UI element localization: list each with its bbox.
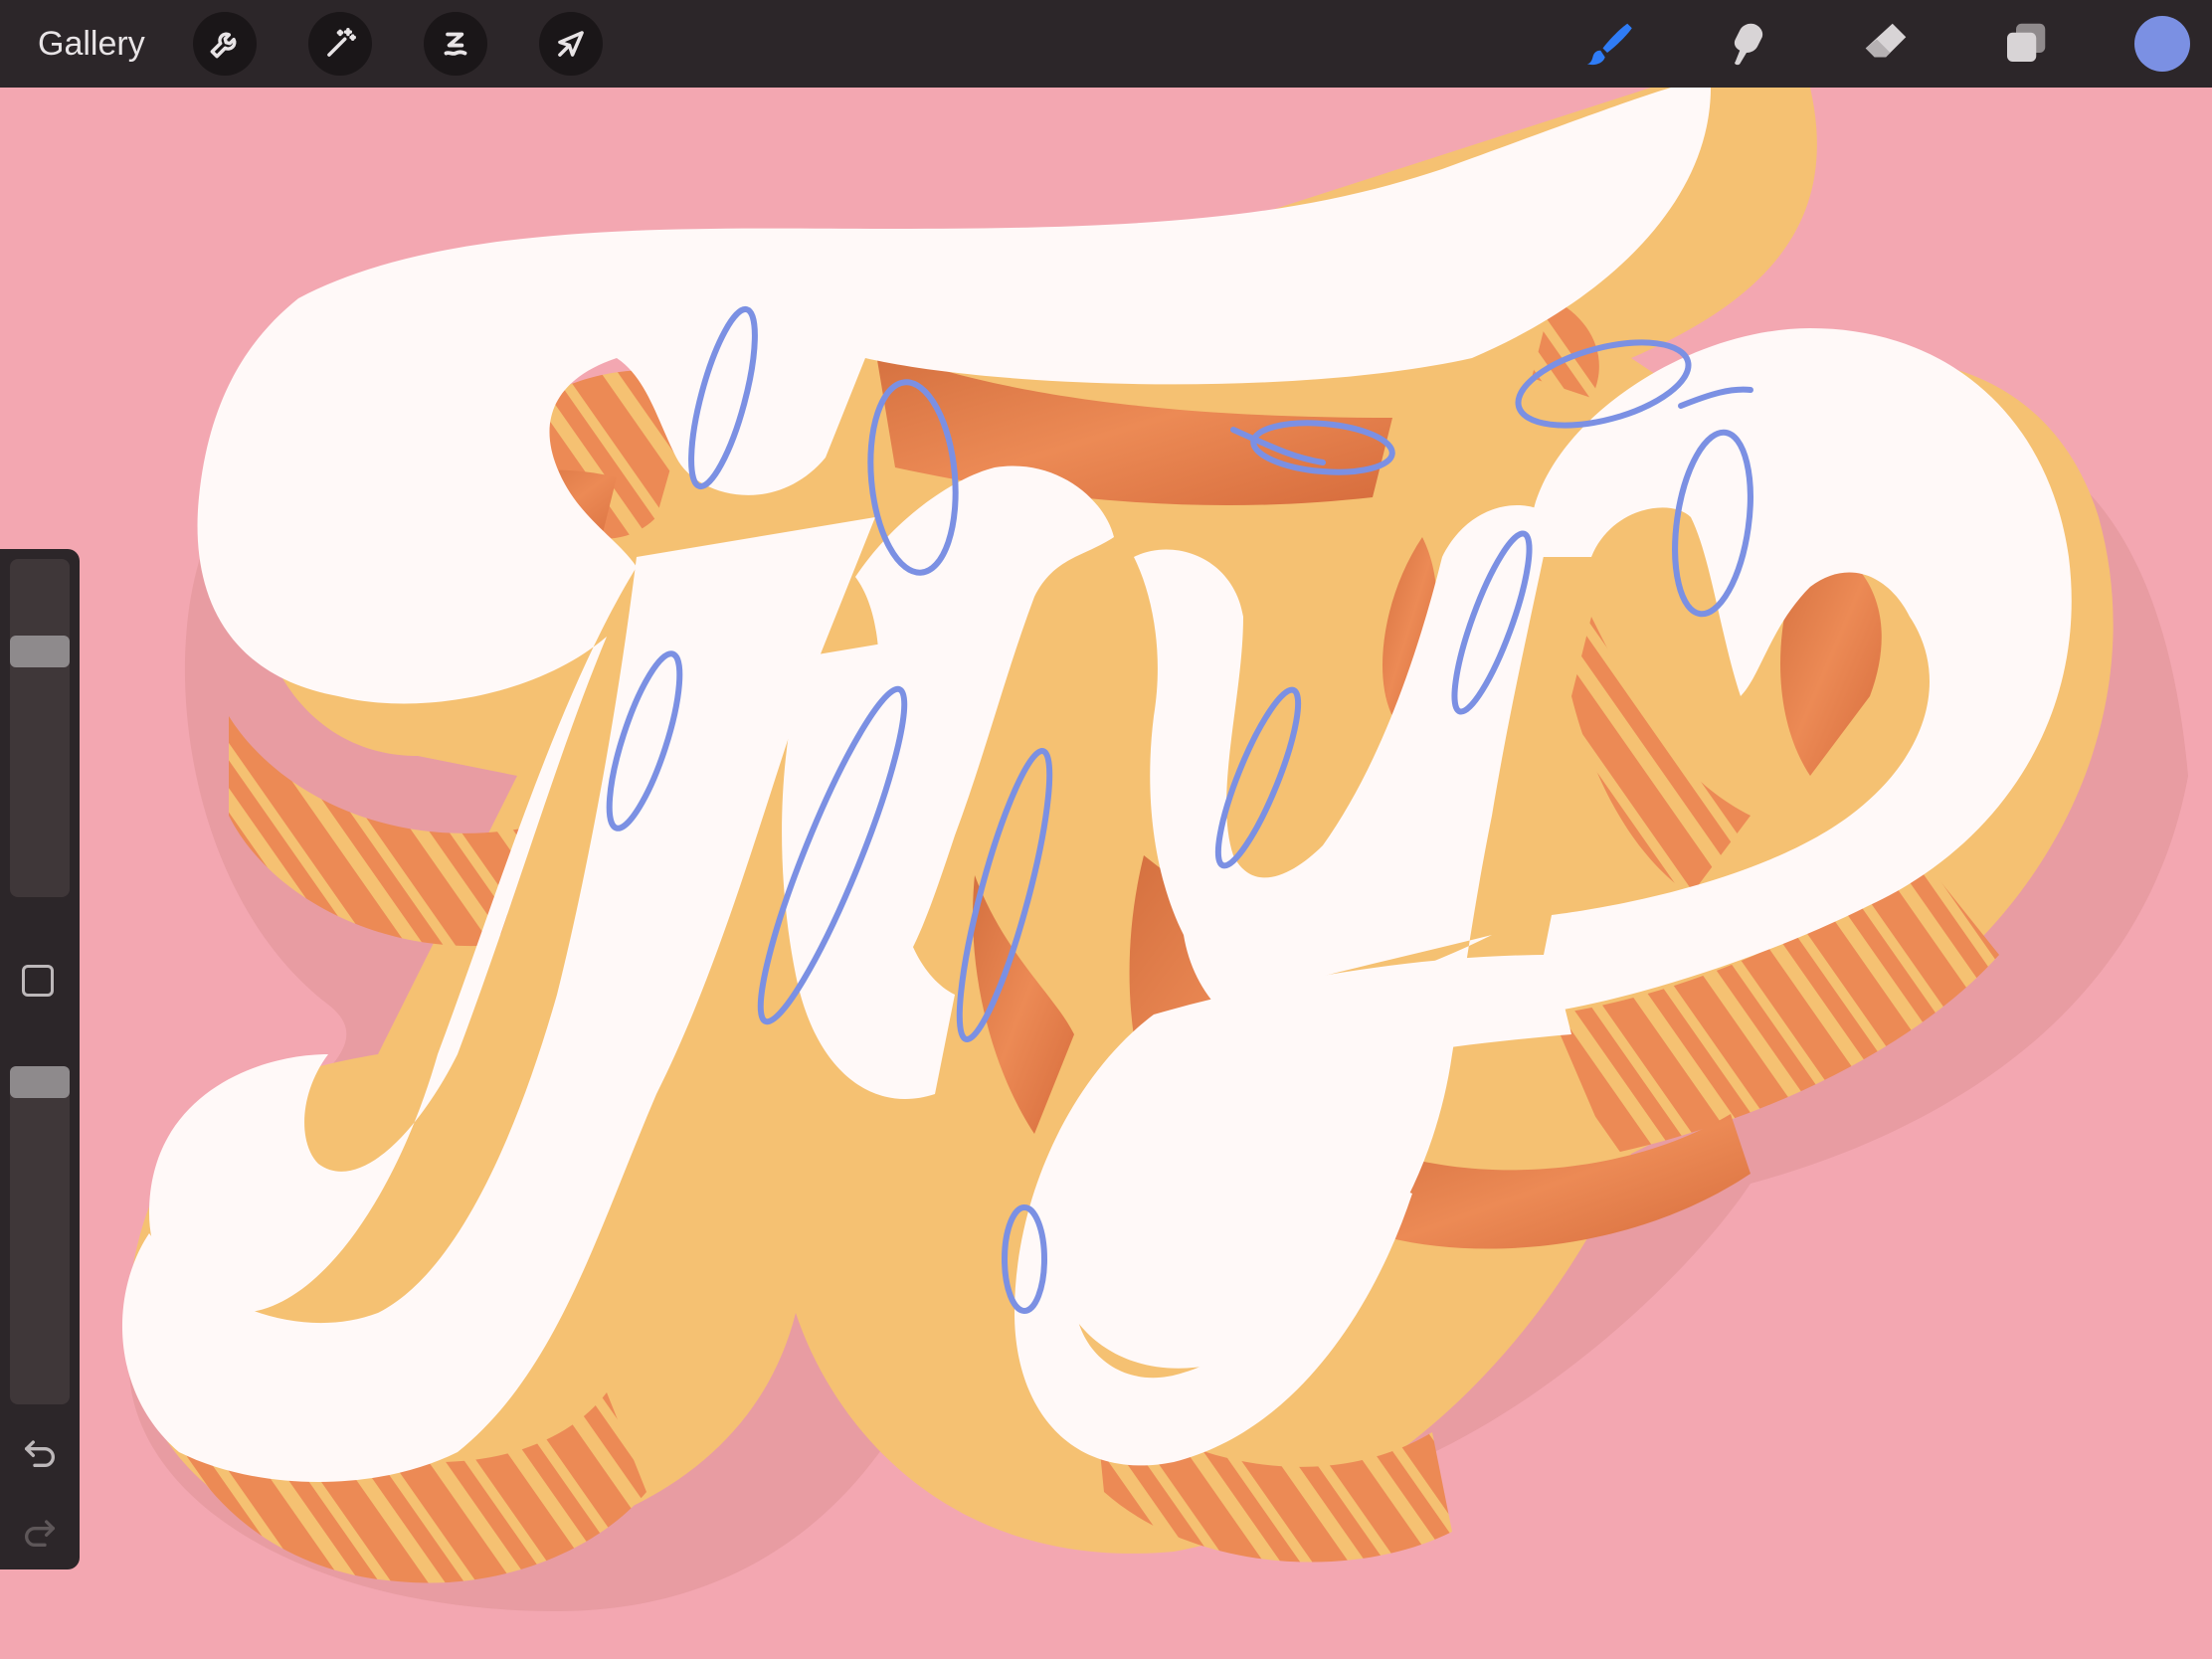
- undo-icon: [25, 1440, 55, 1467]
- redo-icon: [25, 1520, 55, 1547]
- drawing-canvas[interactable]: [0, 88, 2212, 1659]
- selection-button[interactable]: [424, 12, 487, 76]
- color-picker-button[interactable]: [2134, 16, 2190, 72]
- eraser-tool-button[interactable]: [1856, 14, 1916, 74]
- brush-size-slider[interactable]: [10, 559, 70, 897]
- eraser-icon: [1865, 23, 1907, 58]
- arrow-cursor-icon: [558, 31, 584, 57]
- brush-icon: [1586, 23, 1632, 66]
- selection-s-icon: [444, 32, 467, 56]
- modify-button[interactable]: [22, 965, 54, 997]
- left-sidebar: [0, 549, 80, 1569]
- transform-button[interactable]: [539, 12, 603, 76]
- undo-button[interactable]: [20, 1432, 60, 1472]
- opacity-slider[interactable]: [10, 1066, 70, 1404]
- smudge-finger-icon: [1734, 23, 1763, 66]
- smudge-tool-button[interactable]: [1717, 14, 1776, 74]
- gallery-button[interactable]: Gallery: [30, 18, 153, 70]
- layers-icon: [2007, 23, 2046, 62]
- redo-button[interactable]: [20, 1512, 60, 1552]
- actions-button[interactable]: [193, 12, 257, 76]
- brush-tool-button[interactable]: [1577, 14, 1637, 74]
- brush-size-slider-thumb[interactable]: [10, 636, 70, 667]
- top-toolbar: Gallery: [0, 0, 2212, 88]
- adjustments-button[interactable]: [308, 12, 372, 76]
- opacity-slider-thumb[interactable]: [10, 1066, 70, 1098]
- wrench-icon: [210, 32, 237, 59]
- procreate-app: Gallery: [0, 0, 2212, 1659]
- layers-button[interactable]: [1995, 14, 2055, 74]
- magic-wand-icon: [327, 28, 356, 57]
